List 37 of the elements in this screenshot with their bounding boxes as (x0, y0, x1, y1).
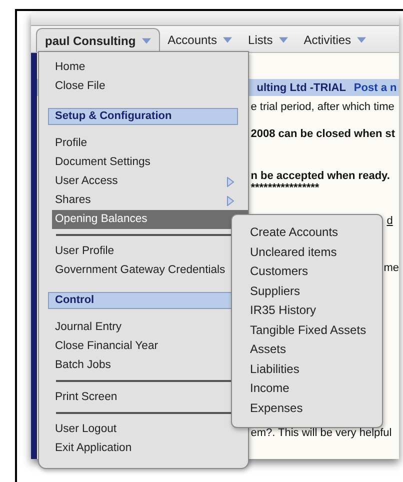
menu-tab[interactable]: paul Consulting (36, 28, 160, 52)
content-text: d (386, 214, 393, 229)
content-text: em?. This will be very helpful (250, 426, 392, 441)
menu-item[interactable]: Exit Application (39, 439, 240, 458)
content-text: 2008 can be closed when st (250, 127, 396, 142)
menu-item[interactable]: Close File (39, 77, 240, 96)
menu-item[interactable]: User Access (39, 172, 240, 191)
menu-item[interactable]: Document Settings (39, 153, 240, 172)
menu-item[interactable]: Opening Balances (52, 210, 248, 229)
menu-section-header: Setup & Configuration (48, 108, 238, 125)
submenu-item[interactable]: Income (250, 379, 382, 398)
menu-item[interactable]: Profile (39, 134, 240, 153)
menu-tab[interactable]: Lists (240, 28, 296, 52)
company-title: ulting Ltd -TRIAL (256, 82, 346, 94)
caret-icon (223, 37, 232, 43)
content-text: me (384, 261, 399, 276)
submenu-item[interactable]: Tangible Fixed Assets (250, 320, 382, 340)
post-link[interactable]: Post a n (354, 82, 397, 94)
content-text: **************** (250, 184, 320, 194)
caret-icon (278, 37, 288, 43)
submenu-item[interactable]: Assets (250, 340, 382, 360)
submenu-item[interactable]: Liabilities (250, 360, 382, 379)
submenu-item[interactable]: Suppliers (250, 282, 382, 301)
submenu-item[interactable]: Uncleared items (250, 242, 382, 262)
menu-item[interactable]: User Logout (39, 420, 240, 439)
menu-tab[interactable]: Activities (296, 28, 374, 52)
content-text: n be accepted when ready. (250, 169, 390, 183)
content-text: e trial period, after which time (250, 100, 394, 115)
menu-item[interactable]: Home (39, 58, 240, 77)
submenu-item[interactable]: Expenses (250, 398, 382, 418)
menu-tab[interactable]: Accounts (160, 28, 240, 52)
caret-icon (142, 38, 151, 44)
menu-item[interactable]: Shares (39, 191, 240, 210)
caret-icon (357, 37, 366, 43)
submenu-item[interactable]: Create Accounts (250, 223, 382, 242)
submenu-item[interactable]: IR35 History (250, 301, 382, 320)
submenu-item[interactable]: Customers (250, 262, 382, 282)
